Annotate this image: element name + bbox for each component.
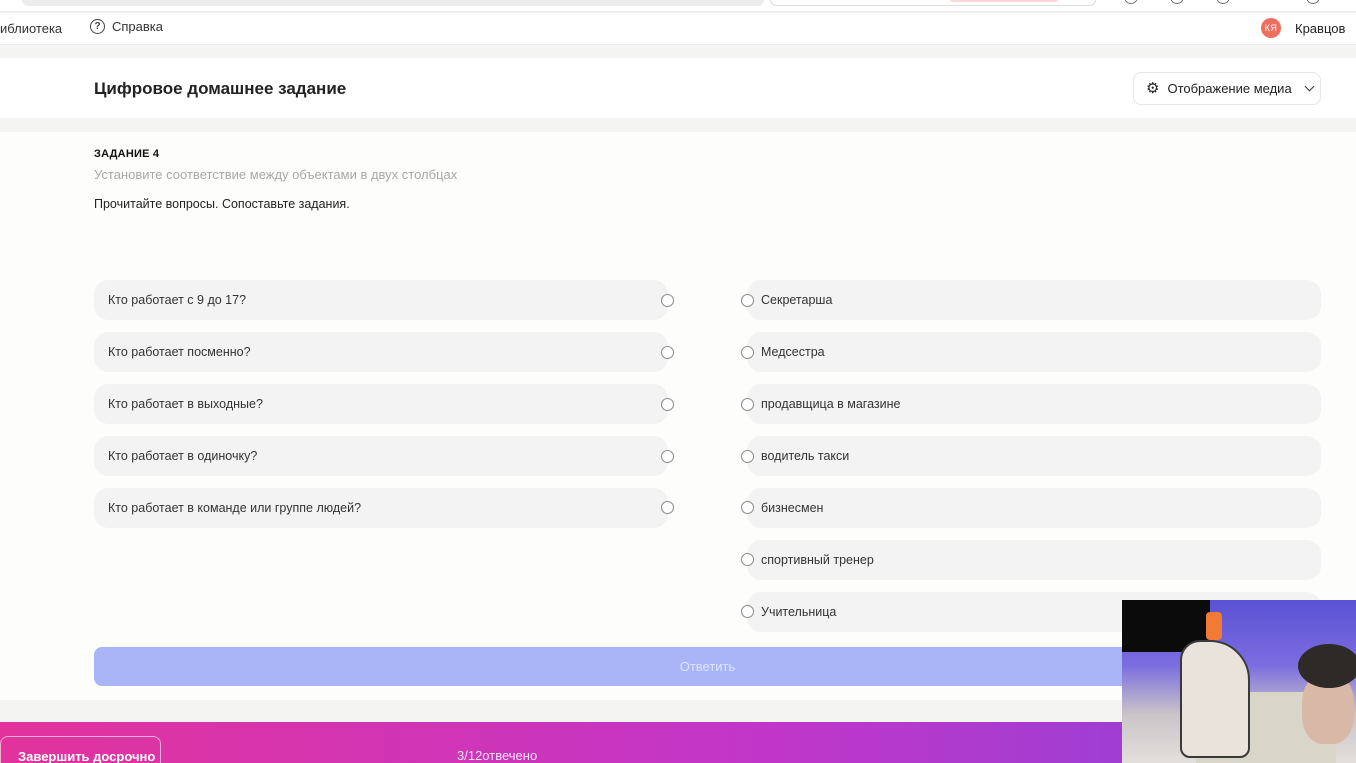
webcam-person-hair <box>1298 644 1356 688</box>
right-match-item[interactable]: Секретарша <box>747 280 1321 320</box>
user-name: Кравцов <box>1295 20 1346 36</box>
webcam-overlay <box>1122 600 1356 763</box>
right-radio[interactable] <box>741 605 754 618</box>
right-match-item[interactable]: водитель такси <box>747 436 1321 476</box>
nav-help-label: Справка <box>112 19 163 34</box>
left-radio[interactable] <box>661 501 674 514</box>
right-item-label: водитель такси <box>761 449 850 463</box>
right-radio[interactable] <box>741 450 754 463</box>
right-match-item[interactable]: бизнесмен <box>747 488 1321 528</box>
browser-highlight <box>950 0 1058 2</box>
avatar: КЯ <box>1261 18 1281 38</box>
left-item-label: Кто работает в команде или группе людей? <box>108 501 362 515</box>
chevron-down-icon <box>1304 81 1315 92</box>
left-item-label: Кто работает в выходные? <box>108 397 263 411</box>
address-bar[interactable] <box>22 0 764 6</box>
nav-help-link[interactable]: ? Справка <box>90 19 163 34</box>
browser-toolbar-icon[interactable] <box>1170 0 1184 4</box>
page-title: Цифровое домашнее задание <box>94 79 347 98</box>
media-display-label: Отображение медиа <box>1167 81 1292 96</box>
right-item-label: Учительница <box>761 605 837 619</box>
right-radio[interactable] <box>741 398 754 411</box>
top-navbar: иблиотека ? Справка КЯ Кравцов <box>0 13 1356 45</box>
left-radio[interactable] <box>661 398 674 411</box>
left-match-item[interactable]: Кто работает с 9 до 17? <box>94 280 668 320</box>
left-match-item[interactable]: Кто работает в команде или группе людей? <box>94 488 668 528</box>
webcam-cartoon-figure <box>1180 640 1250 758</box>
right-item-label: Секретарша <box>761 293 833 307</box>
left-radio[interactable] <box>661 294 674 307</box>
nav-library-link[interactable]: иблиотека <box>0 21 62 36</box>
right-item-label: Медсестра <box>761 345 825 359</box>
right-match-item[interactable]: Медсестра <box>747 332 1321 372</box>
left-match-item[interactable]: Кто работает в выходные? <box>94 384 668 424</box>
browser-top-strip <box>0 0 1356 12</box>
task-number: ЗАДАНИЕ 4 <box>94 148 160 160</box>
task-instruction: Прочитайте вопросы. Сопоставьте задания. <box>94 197 350 211</box>
left-radio[interactable] <box>661 346 674 359</box>
right-match-item[interactable]: продавщица в магазине <box>747 384 1321 424</box>
page-header: Цифровое домашнее задание ⚙ Отображение … <box>0 58 1356 118</box>
browser-toolbar-icon[interactable] <box>1306 0 1320 4</box>
webcam-orange-object <box>1206 612 1222 640</box>
help-icon: ? <box>90 19 105 34</box>
progress-counter: 3/12отвечено <box>457 748 538 763</box>
left-item-label: Кто работает в одиночку? <box>108 449 258 463</box>
gear-icon: ⚙ <box>1146 80 1160 97</box>
browser-toolbar-icon[interactable] <box>1216 0 1230 4</box>
left-match-item[interactable]: Кто работает посменно? <box>94 332 668 372</box>
right-item-label: продавщица в магазине <box>761 397 901 411</box>
finish-early-button[interactable]: Завершить досрочно <box>0 736 161 763</box>
left-item-label: Кто работает с 9 до 17? <box>108 293 247 307</box>
left-item-label: Кто работает посменно? <box>108 345 251 359</box>
browser-toolbar-icon[interactable] <box>1124 0 1138 4</box>
right-item-label: бизнесмен <box>761 501 824 515</box>
task-subtitle: Установите соответствие между объектами … <box>94 167 458 182</box>
right-match-item[interactable]: спортивный тренер <box>747 540 1321 580</box>
right-radio[interactable] <box>741 346 754 359</box>
left-radio[interactable] <box>661 450 674 463</box>
media-display-button[interactable]: ⚙ Отображение медиа <box>1133 72 1321 105</box>
right-item-label: спортивный тренер <box>761 553 874 567</box>
user-menu[interactable]: КЯ Кравцов <box>1261 18 1345 38</box>
left-match-item[interactable]: Кто работает в одиночку? <box>94 436 668 476</box>
right-radio[interactable] <box>741 501 754 514</box>
right-radio[interactable] <box>741 294 754 307</box>
right-radio[interactable] <box>741 553 754 566</box>
